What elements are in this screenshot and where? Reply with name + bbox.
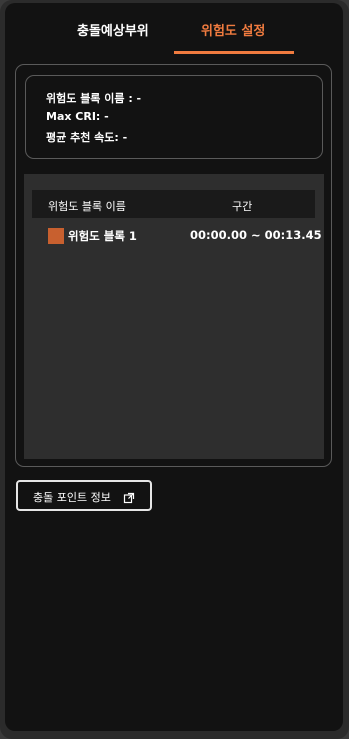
block-name-summary: 위험도 블록 이름 : - — [46, 92, 142, 105]
active-tab-indicator — [174, 51, 294, 54]
tab-risk-settings[interactable]: 위험도 설정 — [201, 20, 265, 39]
external-link-icon — [123, 489, 135, 504]
max-cri-summary: Max CRI: - — [46, 110, 109, 123]
column-header-range: 구간 — [232, 200, 253, 213]
risk-settings-card: 위험도 블록 이름 : - Max CRI: - 평균 추천 속도: - 위험도… — [15, 64, 332, 467]
collision-point-info-button[interactable]: 충돌 포인트 정보 — [16, 480, 152, 511]
side-panel: 충돌예상부위 위험도 설정 위험도 블록 이름 : - Max CRI: - 평… — [5, 3, 343, 731]
table-row[interactable]: 위험도 블록 1 00:00.00 ~ 00:13.45 — [32, 220, 322, 246]
block-name-cell: 위험도 블록 1 — [68, 229, 137, 243]
risk-summary-card: 위험도 블록 이름 : - Max CRI: - 평균 추천 속도: - — [25, 75, 323, 159]
table-header: 위험도 블록 이름 구간 — [32, 190, 315, 218]
risk-block-table: 위험도 블록 이름 구간 위험도 블록 1 00:00.00 ~ 00:13.4… — [24, 174, 324, 459]
tab-bar: 충돌예상부위 위험도 설정 — [5, 3, 343, 57]
column-header-name: 위험도 블록 이름 — [48, 200, 126, 213]
tab-collision-parts[interactable]: 충돌예상부위 — [77, 20, 149, 39]
block-color-swatch — [48, 228, 64, 244]
block-range-cell: 00:00.00 ~ 00:13.45 — [190, 228, 322, 242]
avg-speed-summary: 평균 추천 속도: - — [46, 131, 128, 144]
collision-point-info-label: 충돌 포인트 정보 — [33, 491, 111, 504]
